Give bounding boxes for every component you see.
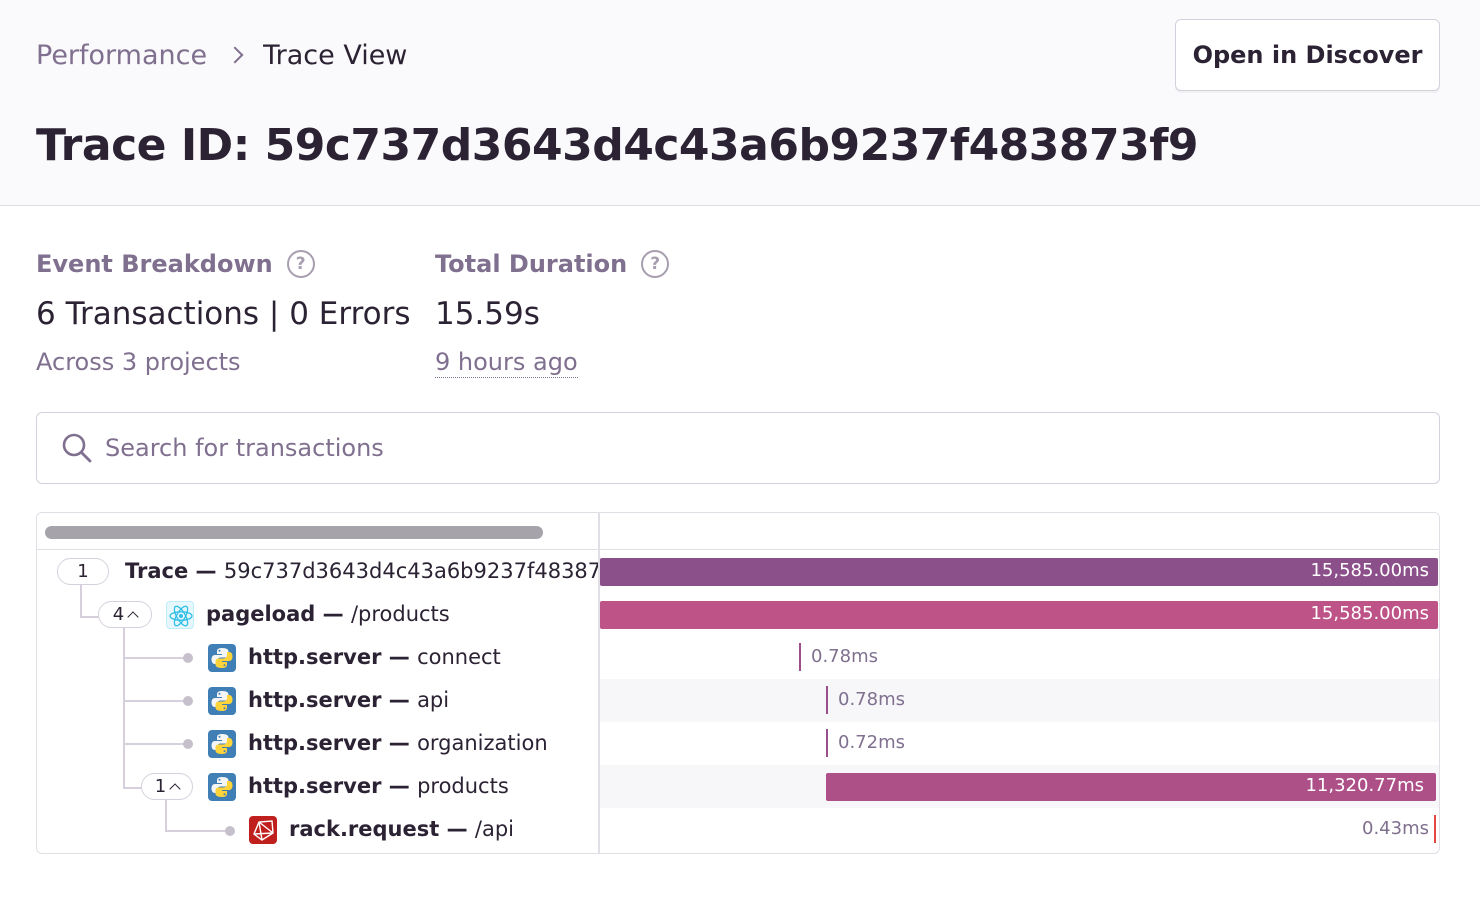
tree-connector	[124, 700, 184, 702]
help-icon[interactable]: ?	[286, 250, 315, 278]
duration-bar	[826, 686, 828, 714]
page-header: Performance Trace View Open in Discover …	[0, 0, 1480, 206]
page-title: Trace ID: 59c737d3643d4c43a6b9237f483873…	[36, 120, 1199, 171]
breadcrumb: Performance Trace View	[36, 38, 407, 72]
python-icon	[208, 687, 236, 715]
trace-header	[37, 513, 1439, 550]
children-count: 1	[154, 776, 167, 797]
description: /products	[350, 602, 450, 626]
relative-timestamp: 9 hours ago	[435, 348, 578, 378]
event-breakdown-label: Event Breakdown	[36, 250, 273, 278]
ruby-icon	[249, 816, 277, 844]
tree-connector	[165, 830, 227, 832]
collapse-toggle[interactable]: 1	[141, 773, 193, 800]
tree-node-dot	[183, 696, 193, 706]
tree-node-dot	[183, 653, 193, 663]
transaction-row[interactable]: rack.request — /api 0.43ms	[37, 808, 1439, 851]
projects-count: Across 3 projects	[36, 348, 241, 376]
separator: —	[381, 688, 418, 712]
duration-label: 0.78ms	[838, 689, 905, 710]
separator: —	[188, 559, 224, 583]
operation-name: http.server	[248, 774, 382, 798]
operation-name: http.server	[248, 731, 382, 755]
operation-name: http.server	[248, 645, 382, 669]
event-breakdown-value: 6 Transactions | 0 Errors	[36, 296, 411, 332]
tree-node-dot	[183, 739, 193, 749]
total-duration-value: 15.59s	[435, 296, 540, 332]
description: api	[417, 688, 450, 712]
operation-name: http.server	[248, 688, 382, 712]
help-icon[interactable]: ?	[641, 250, 670, 278]
search-icon	[61, 432, 93, 464]
python-icon	[208, 773, 236, 801]
operation-name: Trace	[125, 559, 189, 583]
breadcrumb-trace-view: Trace View	[263, 39, 408, 71]
transaction-row[interactable]: http.server — connect 0.78ms	[37, 636, 1439, 679]
separator: —	[381, 774, 418, 798]
duration-bar	[799, 643, 801, 671]
total-duration: Total Duration ? 15.59s 9 hours ago	[435, 246, 670, 378]
children-count-toggle[interactable]: 1	[57, 558, 109, 585]
duration-bar	[826, 729, 828, 757]
trace-view-panel: 1 Trace — 59c737d3643d4c43a6b9237f483873…	[36, 512, 1440, 854]
duration-label: 11,320.77ms	[1305, 775, 1424, 796]
duration-label: 0.78ms	[811, 646, 878, 667]
transaction-label: http.server — api	[248, 688, 449, 712]
operation-name: pageload	[206, 602, 316, 626]
collapse-toggle[interactable]: 4	[98, 601, 152, 628]
horizontal-scrollbar[interactable]	[45, 526, 543, 539]
search-bar[interactable]	[36, 412, 1440, 484]
chevron-right-icon	[226, 46, 244, 64]
transaction-label: pageload — /products	[206, 602, 450, 626]
total-duration-label: Total Duration	[435, 250, 628, 278]
transaction-label: http.server — products	[248, 774, 509, 798]
open-in-discover-button[interactable]: Open in Discover	[1175, 19, 1440, 91]
chevron-up-icon	[127, 610, 139, 623]
python-icon	[208, 644, 236, 672]
search-input[interactable]	[105, 434, 1305, 462]
description: products	[417, 774, 509, 798]
children-count: 4	[112, 604, 125, 625]
tree-connector	[124, 743, 184, 745]
children-count: 1	[77, 561, 89, 582]
separator: —	[315, 602, 351, 626]
transaction-row[interactable]: http.server — organization 0.72ms	[37, 722, 1439, 765]
description: organization	[417, 731, 548, 755]
duration-bar	[1434, 815, 1436, 843]
description: 59c737d3643d4c43a6b9237f483873f9	[223, 559, 598, 583]
separator: —	[439, 817, 475, 841]
transaction-row[interactable]: 1 http.server — products 11,320.77ms	[37, 765, 1439, 808]
transaction-label: http.server — organization	[248, 731, 548, 755]
operation-name: rack.request	[289, 817, 440, 841]
separator: —	[381, 731, 418, 755]
chevron-up-icon	[169, 782, 181, 795]
transaction-label: rack.request — /api	[289, 817, 514, 841]
duration-label: 0.43ms	[1362, 818, 1429, 839]
breadcrumb-performance[interactable]: Performance	[36, 40, 207, 71]
description: connect	[417, 645, 501, 669]
column-divider[interactable]	[598, 513, 600, 853]
transaction-row[interactable]: 4 pageload — /products 15,585.00ms	[37, 593, 1439, 636]
description: /api	[474, 817, 515, 841]
duration-label: 0.72ms	[838, 732, 905, 753]
transaction-row[interactable]: http.server — api 0.78ms	[37, 679, 1439, 722]
trace-label: Trace — 59c737d3643d4c43a6b9237f483873f9	[125, 559, 598, 583]
duration-label: 15,585.00ms	[1310, 560, 1429, 581]
separator: —	[381, 645, 418, 669]
event-breakdown: Event Breakdown ? 6 Transactions | 0 Err…	[36, 246, 411, 376]
duration-label: 15,585.00ms	[1310, 603, 1429, 624]
transaction-label: http.server — connect	[248, 645, 501, 669]
react-icon	[166, 601, 194, 629]
trace-row[interactable]: 1 Trace — 59c737d3643d4c43a6b9237f483873…	[37, 550, 1439, 593]
tree-node-dot	[225, 826, 235, 836]
tree-connector	[124, 657, 184, 659]
python-icon	[208, 730, 236, 758]
